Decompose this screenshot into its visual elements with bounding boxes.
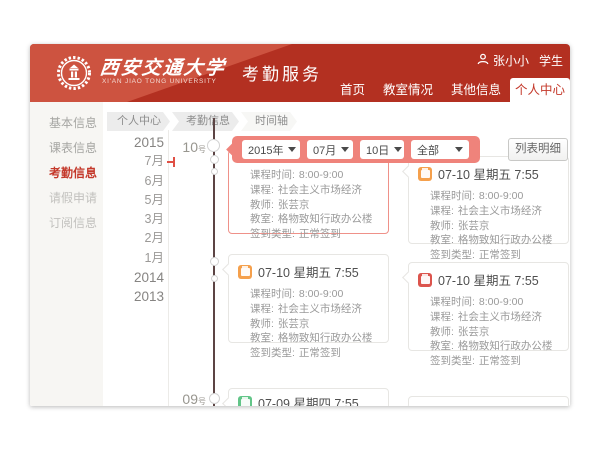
calendar-icon-orange (238, 265, 252, 279)
attendance-card-truncated[interactable] (408, 396, 569, 406)
app-title: 考勤服务 (242, 60, 322, 85)
timeline-scale: 2015 7月 6月 5月 3月 2月 1月 2014 2013 (114, 133, 164, 307)
year-select[interactable]: 2015年 (242, 140, 300, 159)
day-marker-09: 09号 (156, 391, 206, 406)
attendance-card[interactable]: 07-10 星期五 7:55 课程时间:8:00-9:00 课程:社会主义市场经… (228, 254, 389, 343)
scale-divider-line (168, 130, 169, 406)
nav-tab-home[interactable]: 首页 (331, 78, 374, 102)
calendar-icon-green (238, 396, 252, 407)
day-marker-10: 10号 (156, 139, 206, 157)
attendance-card[interactable]: 07-10 星期五 7:55 课程时间:8:00-9:00 课程:社会主义市场经… (408, 262, 569, 351)
category-select[interactable]: 全部 (411, 140, 469, 159)
main-nav: 首页 教室情况 其他信息 个人中心 (331, 78, 570, 102)
attendance-card[interactable]: 07-10 星期五 7:55 课程时间:8:00-9:00 课程:社会主义市场经… (408, 156, 569, 244)
app-window: 西安交通大学 XI'AN JIAO TONG UNIVERSITY 考勤服务 张… (30, 44, 570, 406)
university-seal-icon (56, 55, 92, 91)
app-header: 西安交通大学 XI'AN JIAO TONG UNIVERSITY 考勤服务 张… (30, 44, 570, 102)
chevron-down-icon (455, 147, 463, 152)
nav-tab-other-info[interactable]: 其他信息 (442, 78, 510, 102)
timeline-node-small (211, 275, 218, 282)
sidebar: 基本信息 课表信息 考勤信息 请假申请 订阅信息 (30, 102, 103, 406)
sidebar-item-attendance-info[interactable]: 考勤信息 (30, 161, 103, 186)
breadcrumb-personal-center[interactable]: 个人中心 (107, 112, 170, 131)
scale-year-2014[interactable]: 2014 (114, 268, 164, 287)
nav-tab-classrooms[interactable]: 教室情况 (374, 78, 442, 102)
nav-tab-personal-center[interactable]: 个人中心 (510, 78, 570, 102)
sidebar-item-subscription-info[interactable]: 订阅信息 (30, 211, 103, 236)
calendar-icon-orange (418, 167, 432, 181)
user-role: 学生 (539, 52, 563, 69)
sidebar-item-leave-request[interactable]: 请假申请 (30, 186, 103, 211)
sidebar-item-basic-info[interactable]: 基本信息 (30, 111, 103, 136)
person-icon (477, 53, 489, 68)
scale-month-jun[interactable]: 6月 (114, 172, 164, 191)
scale-month-may[interactable]: 5月 (114, 191, 164, 210)
timeline-node-small (210, 257, 219, 266)
scale-month-jan[interactable]: 1月 (114, 249, 164, 268)
university-name-cn: 西安交通大学 (99, 53, 228, 80)
scale-month-mar[interactable]: 3月 (114, 210, 164, 229)
timeline-node-large (207, 139, 220, 152)
chevron-down-icon (288, 147, 296, 152)
day-select[interactable]: 10日 (360, 140, 404, 159)
user-name: 张小小 (493, 52, 529, 69)
content-area: 基本信息 课表信息 考勤信息 请假申请 订阅信息 个人中心 考勤信息 时间轴 2… (30, 102, 570, 406)
calendar-icon-red (418, 273, 432, 287)
page: 西安交通大学 XI'AN JIAO TONG UNIVERSITY 考勤服务 张… (0, 0, 600, 450)
user-info[interactable]: 张小小 学生 (477, 52, 563, 69)
timeline-node-small (209, 393, 220, 404)
breadcrumb: 个人中心 考勤信息 时间轴 (107, 112, 299, 131)
sidebar-item-schedule-info[interactable]: 课表信息 (30, 136, 103, 161)
month-select[interactable]: 07月 (307, 140, 353, 159)
breadcrumb-attendance-info[interactable]: 考勤信息 (172, 112, 239, 131)
breadcrumb-timeline[interactable]: 时间轴 (241, 112, 297, 131)
university-name-en: XI'AN JIAO TONG UNIVERSITY (102, 78, 217, 85)
date-filter-bubble: 2015年 07月 10日 全部 (232, 136, 480, 163)
scale-month-feb[interactable]: 2月 (114, 229, 164, 248)
chevron-down-icon (341, 147, 349, 152)
timeline-node-small (211, 168, 218, 175)
list-detail-button[interactable]: 列表明细 (508, 138, 568, 161)
scale-year-2013[interactable]: 2013 (114, 287, 164, 306)
attendance-card-truncated[interactable]: 07-09 星期四 7:55 (228, 388, 389, 406)
timeline-node-small (210, 155, 219, 164)
chevron-down-icon (394, 147, 402, 152)
